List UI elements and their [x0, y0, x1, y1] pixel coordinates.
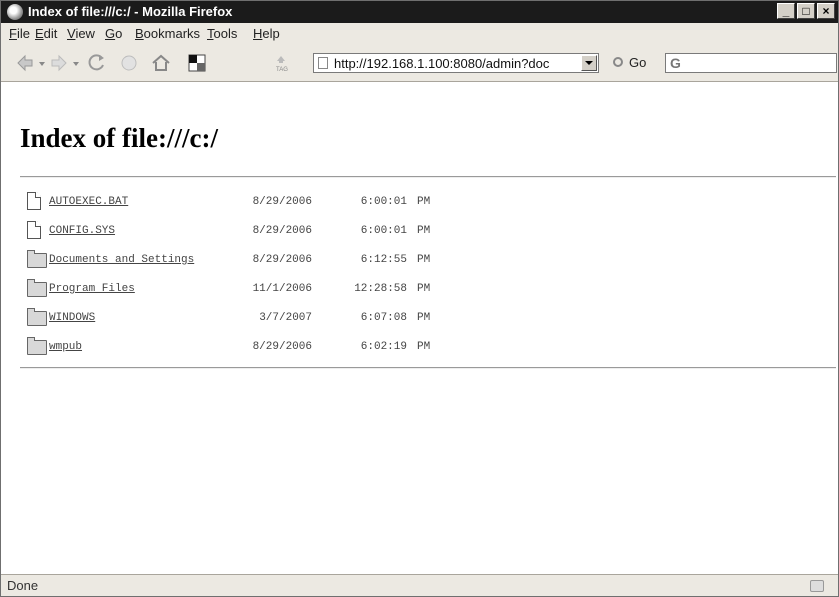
- status-security-icon[interactable]: [810, 580, 824, 592]
- menu-tools[interactable]: Tools: [207, 27, 237, 41]
- search-engine-icon[interactable]: G: [670, 55, 681, 71]
- url-dropdown-button[interactable]: [581, 55, 597, 71]
- maximize-button[interactable]: □: [797, 3, 815, 19]
- entry-date: 8/29/2006: [252, 225, 312, 237]
- url-input[interactable]: http://192.168.1.100:8080/admin?doc: [334, 56, 578, 71]
- tag-icon-label: TAG: [276, 67, 288, 73]
- forward-dropdown-icon[interactable]: [73, 62, 79, 66]
- entry-ampm: PM: [417, 341, 431, 353]
- reload-icon[interactable]: [87, 53, 107, 73]
- folder-icon: [27, 337, 47, 355]
- menu-help[interactable]: Help: [253, 27, 280, 41]
- entry-time: 6:00:01: [360, 196, 407, 208]
- menu-edit[interactable]: Edit: [35, 27, 57, 41]
- entry-time: 12:28:58: [354, 283, 407, 295]
- folder-icon: [27, 308, 47, 326]
- browser-window: Index of file:///c:/ - Mozilla Firefox _…: [0, 0, 839, 597]
- title-bar[interactable]: Index of file:///c:/ - Mozilla Firefox _…: [1, 1, 838, 23]
- entry-time: 6:02:19: [360, 341, 407, 353]
- window-title: Index of file:///c:/ - Mozilla Firefox: [28, 4, 233, 19]
- entry-ampm: PM: [417, 283, 431, 295]
- menu-file-accesskey: F: [9, 26, 17, 41]
- firefox-icon: [7, 4, 23, 20]
- entry-date: 11/1/2006: [252, 283, 312, 295]
- menu-edit-label: dit: [43, 26, 58, 41]
- menu-file-label: ile: [16, 26, 30, 41]
- entry-link[interactable]: Documents and Settings: [49, 254, 194, 266]
- menu-bookmarks-accesskey: B: [135, 26, 144, 41]
- bottom-divider: [20, 367, 836, 369]
- entry-ampm: PM: [417, 254, 431, 266]
- menu-tools-label: ools: [213, 26, 238, 41]
- folder-icon: [27, 279, 47, 297]
- entry-ampm: PM: [417, 196, 431, 208]
- menu-file[interactable]: File: [9, 27, 30, 41]
- menu-view-label: iew: [75, 26, 95, 41]
- entry-date: 3/7/2007: [259, 312, 312, 324]
- entry-date: 8/29/2006: [252, 341, 312, 353]
- tag-icon[interactable]: TAG: [271, 53, 293, 73]
- menu-bookmarks[interactable]: Bookmarks: [135, 27, 200, 41]
- file-icon: [27, 221, 41, 239]
- minimize-button[interactable]: _: [777, 3, 795, 19]
- page-icon: [318, 57, 328, 69]
- go-button[interactable]: Go: [629, 56, 646, 70]
- entry-time: 6:00:01: [360, 225, 407, 237]
- home-icon[interactable]: [151, 53, 171, 73]
- stop-icon[interactable]: [119, 53, 139, 73]
- url-bar[interactable]: http://192.168.1.100:8080/admin?doc: [313, 53, 599, 73]
- go-icon[interactable]: [613, 57, 623, 67]
- entry-link[interactable]: Program Files: [49, 283, 135, 295]
- entry-date: 8/29/2006: [252, 254, 312, 266]
- entry-ampm: PM: [417, 312, 431, 324]
- menu-view[interactable]: View: [67, 27, 95, 41]
- top-divider: [20, 176, 836, 178]
- back-dropdown-icon[interactable]: [39, 62, 45, 66]
- entry-ampm: PM: [417, 225, 431, 237]
- menu-help-accesskey: H: [253, 26, 263, 41]
- page-content: Index of file:///c:/ AUTOEXEC.BAT 8/29/2…: [1, 82, 838, 574]
- entry-time: 6:12:55: [360, 254, 407, 266]
- menu-go[interactable]: Go: [105, 27, 122, 41]
- back-icon[interactable]: [15, 53, 35, 73]
- bookmark-grid-icon[interactable]: [187, 53, 207, 73]
- status-bar: Done: [1, 574, 838, 596]
- entry-link[interactable]: CONFIG.SYS: [49, 225, 115, 237]
- menu-go-accesskey: G: [105, 26, 116, 41]
- menu-bar: File Edit View Go Bookmarks Tools Help: [1, 23, 838, 46]
- forward-icon[interactable]: [49, 53, 69, 73]
- entry-date: 8/29/2006: [252, 196, 312, 208]
- menu-bookmarks-label: ookmarks: [143, 26, 201, 41]
- search-box[interactable]: G: [665, 53, 837, 73]
- menu-edit-accesskey: E: [35, 26, 44, 41]
- close-button[interactable]: ×: [817, 3, 835, 19]
- page-title: Index of file:///c:/: [20, 123, 218, 153]
- menu-go-label: o: [115, 26, 123, 41]
- entry-link[interactable]: wmpub: [49, 341, 82, 353]
- navigation-toolbar: TAG http://192.168.1.100:8080/admin?doc …: [1, 45, 838, 82]
- entry-time: 6:07:08: [360, 312, 407, 324]
- menu-help-label: elp: [262, 26, 280, 41]
- file-icon: [27, 192, 41, 210]
- folder-icon: [27, 250, 47, 268]
- window-controls: _ □ ×: [777, 3, 835, 19]
- entry-link[interactable]: AUTOEXEC.BAT: [49, 196, 128, 208]
- entry-link[interactable]: WINDOWS: [49, 312, 95, 324]
- status-text: Done: [7, 578, 39, 593]
